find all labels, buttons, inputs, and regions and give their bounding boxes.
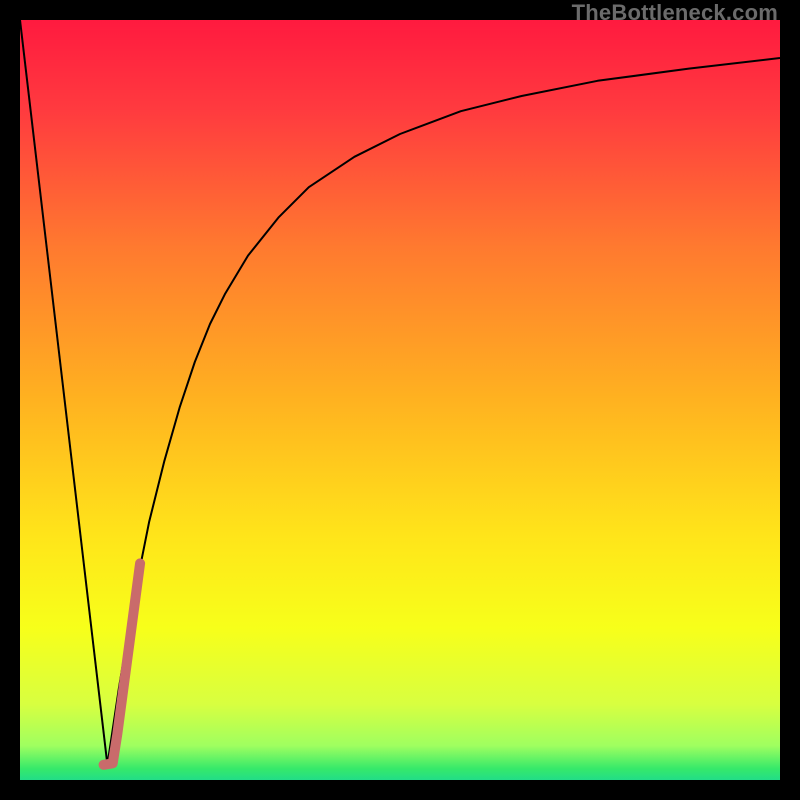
chart-svg <box>20 20 780 780</box>
watermark-text: TheBottleneck.com <box>572 0 778 26</box>
plot-area <box>20 20 780 780</box>
chart-frame: TheBottleneck.com <box>0 0 800 800</box>
